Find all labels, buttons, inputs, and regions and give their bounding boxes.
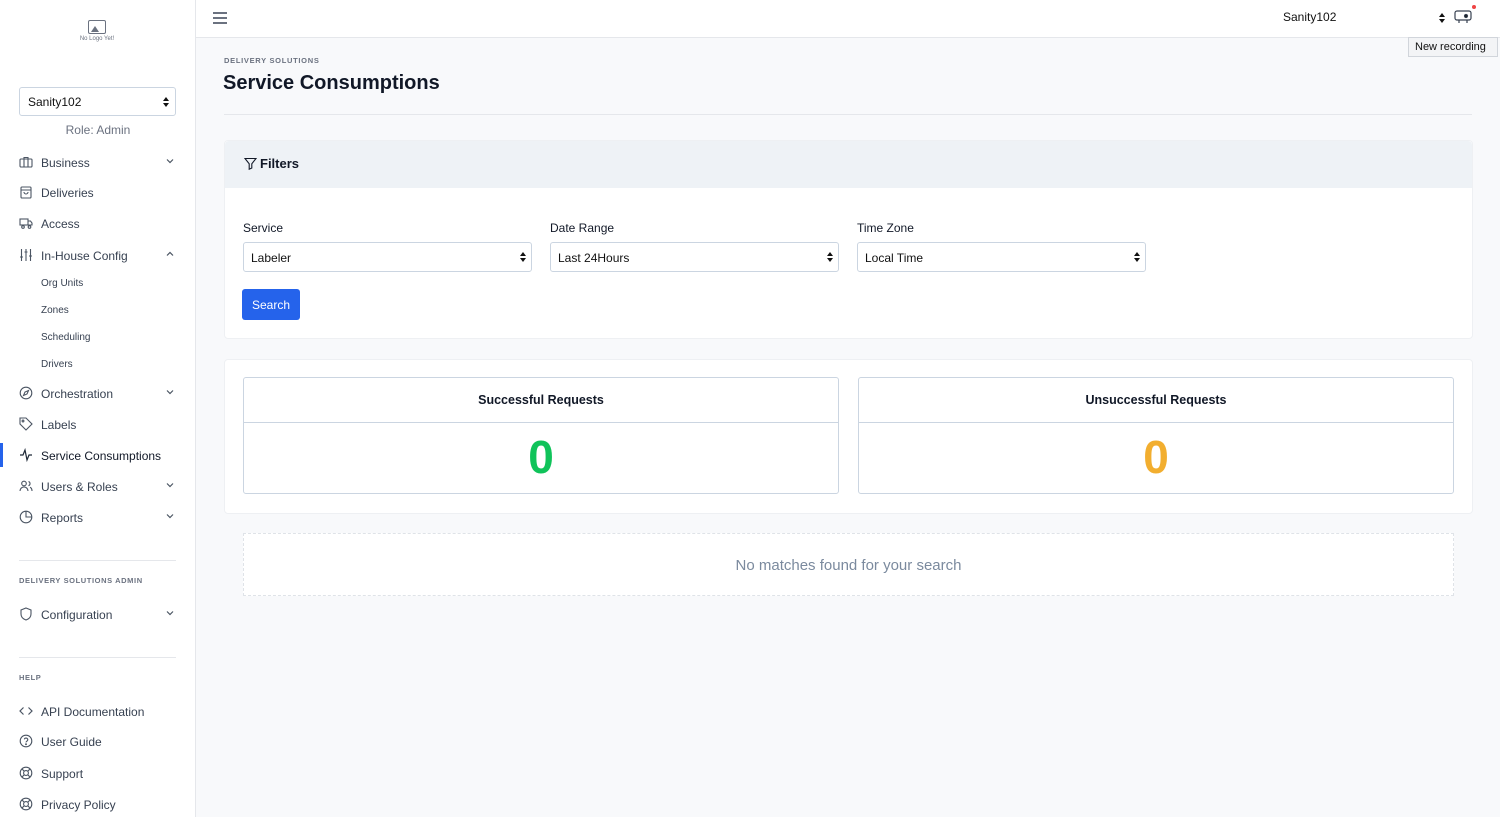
unsuccessful-requests-label: Unsuccessful Requests	[859, 378, 1453, 423]
pie-chart-icon	[19, 510, 33, 524]
sidebar-item-label: User Guide	[41, 735, 102, 749]
shield-icon	[20, 607, 32, 621]
chevron-up-icon	[166, 251, 174, 256]
life-buoy-icon	[19, 797, 33, 811]
breadcrumb: DELIVERY SOLUTIONS	[224, 56, 320, 65]
bag-icon	[20, 186, 32, 199]
sliders-icon	[20, 249, 32, 261]
time-zone-label: Time Zone	[857, 221, 914, 235]
search-button[interactable]: Search	[242, 289, 300, 320]
sidebar-item-deliveries[interactable]: Deliveries	[0, 180, 195, 204]
sidebar-item-configuration[interactable]: Configuration	[0, 602, 195, 626]
successful-requests-label: Successful Requests	[244, 378, 838, 423]
select-arrows-icon	[1134, 252, 1140, 262]
chevron-down-icon	[166, 483, 174, 488]
sidebar-item-label: Support	[41, 767, 84, 781]
sidebar-section-admin: DELIVERY SOLUTIONS ADMIN	[19, 576, 143, 585]
filters-header: Filters	[225, 141, 1472, 188]
sidebar-item-label: Orchestration	[41, 387, 114, 401]
sidebar-item-label: Configuration	[41, 608, 113, 622]
sidebar-item-labels[interactable]: Labels	[0, 412, 195, 436]
date-range-select-value: Last 24Hours	[558, 251, 630, 265]
users-icon	[19, 480, 33, 492]
filters-card: Filters	[224, 140, 1473, 339]
topbar: Sanity102	[196, 0, 1500, 38]
logo: No Logo Yet!	[78, 20, 116, 42]
sidebar-subitem-org-units[interactable]: Org Units	[41, 278, 83, 289]
page-title: Service Consumptions	[223, 72, 440, 94]
tag-icon	[19, 417, 33, 431]
sidebar-item-label: Access	[41, 217, 80, 231]
sidebar-item-label: Privacy Policy	[41, 798, 116, 812]
unsuccessful-requests-value: 0	[1143, 431, 1169, 483]
date-range-label: Date Range	[550, 221, 615, 235]
empty-state: No matches found for your search	[243, 533, 1454, 596]
unsuccessful-requests-panel: Unsuccessful Requests 0	[858, 377, 1454, 494]
logo-text: No Logo Yet!	[79, 36, 115, 42]
time-zone-select-value: Local Time	[865, 251, 924, 265]
help-circle-icon	[19, 734, 33, 748]
chevron-down-icon	[166, 611, 174, 616]
sidebar-item-in-house-config[interactable]: In-House Config	[0, 243, 195, 267]
sidebar-item-label: Business	[41, 156, 90, 170]
image-placeholder-icon	[88, 20, 106, 34]
title-divider	[224, 114, 1472, 115]
select-arrows-icon	[827, 252, 833, 262]
service-select-value: Labeler	[251, 251, 292, 265]
sidebar-item-reports[interactable]: Reports	[0, 505, 195, 529]
sidebar-item-users-roles[interactable]: Users & Roles	[0, 474, 195, 498]
life-buoy-icon	[19, 766, 33, 780]
role-label: Role: Admin	[65, 123, 131, 137]
filter-icon	[244, 157, 257, 170]
sidebar-divider	[19, 657, 176, 658]
select-arrows-icon	[163, 97, 169, 107]
sidebar-section-help: HELP	[19, 673, 42, 682]
successful-requests-panel: Successful Requests 0	[243, 377, 839, 494]
sidebar-item-user-guide[interactable]: User Guide	[0, 729, 195, 753]
user-select-value: Sanity102	[1283, 10, 1337, 24]
activity-icon	[20, 448, 32, 462]
sidebar-item-service-consumptions[interactable]: Service Consumptions	[0, 443, 195, 467]
sidebar-subitem-zones[interactable]: Zones	[41, 305, 69, 316]
sidebar-item-api-documentation[interactable]: API Documentation	[0, 699, 195, 723]
sidebar-subitem-drivers[interactable]: Drivers	[41, 359, 73, 370]
recording-indicator-dot	[1472, 5, 1476, 9]
sidebar-item-privacy-policy[interactable]: Privacy Policy	[0, 792, 195, 816]
sidebar-item-label: Service Consumptions	[41, 449, 162, 463]
chevron-down-icon	[166, 159, 174, 164]
tooltip: New recording	[1408, 37, 1498, 57]
select-arrows-icon	[1439, 13, 1445, 23]
service-label: Service	[243, 221, 284, 235]
sidebar-subitem-scheduling[interactable]: Scheduling	[41, 332, 90, 343]
org-select[interactable]: Sanity102	[19, 87, 176, 116]
sidebar-item-label: Deliveries	[41, 186, 94, 200]
user-select[interactable]: Sanity102	[1283, 10, 1448, 28]
time-zone-select[interactable]: Local Time	[857, 242, 1146, 272]
record-icon[interactable]	[1454, 8, 1472, 24]
sidebar-item-label: Users & Roles	[41, 480, 118, 494]
sidebar-item-business[interactable]: Business	[0, 150, 195, 174]
sidebar-item-label: In-House Config	[41, 249, 128, 263]
sidebar-item-label: API Documentation	[41, 705, 145, 719]
sidebar-item-label: Reports	[41, 511, 84, 525]
filters-title: Filters	[260, 156, 300, 171]
compass-icon	[19, 386, 33, 400]
date-range-select[interactable]: Last 24Hours	[550, 242, 839, 272]
sidebar-divider	[19, 560, 176, 561]
sidebar-item-label: Labels	[41, 418, 77, 432]
sidebar-item-support[interactable]: Support	[0, 761, 195, 785]
sidebar: No Logo Yet! Sanity102 Role: Admin Busin…	[0, 0, 196, 817]
org-select-value: Sanity102	[28, 95, 82, 109]
select-arrows-icon	[520, 252, 526, 262]
menu-icon[interactable]	[213, 12, 227, 24]
successful-requests-value: 0	[528, 431, 554, 483]
truck-icon	[19, 218, 33, 229]
briefcase-icon	[19, 156, 33, 168]
chevron-down-icon	[166, 390, 174, 395]
code-icon	[19, 707, 33, 715]
sidebar-item-access[interactable]: Access	[0, 211, 195, 235]
sidebar-item-orchestration[interactable]: Orchestration	[0, 381, 195, 405]
service-select[interactable]: Labeler	[243, 242, 532, 272]
chevron-down-icon	[166, 514, 174, 519]
